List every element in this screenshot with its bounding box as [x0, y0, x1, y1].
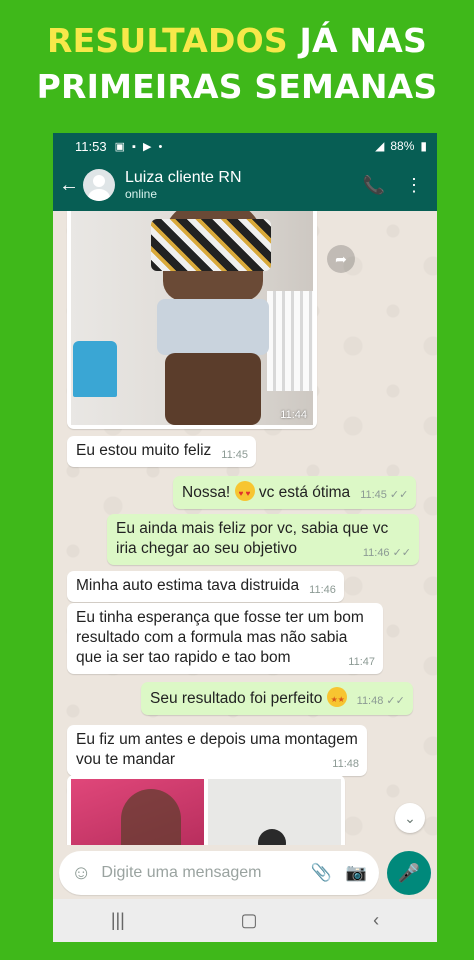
message-text: Seu resultado foi perfeito: [150, 690, 327, 707]
back-arrow-icon[interactable]: ←: [59, 175, 81, 195]
message-meta: 11:46 ✓✓: [363, 547, 411, 559]
message-bubble: Nossa! vc está ótima 11:45✓✓: [173, 476, 417, 509]
status-right: ◢ 88% ▮: [375, 139, 427, 153]
attach-icon[interactable]: 📎: [311, 863, 332, 883]
message-input-box[interactable]: ☺ 📎 📷: [59, 851, 379, 895]
home-icon[interactable]: ▢: [240, 910, 257, 931]
header-actions: 📞 ⋮: [363, 175, 437, 196]
photo-shorts: [157, 299, 269, 355]
message-bubble: Eu tinha esperança que fosse ter um bom …: [67, 603, 383, 674]
headline-rest: JÁ NAS: [287, 21, 427, 60]
chat-area[interactable]: 11:44 ➦ Eu estou muito feliz 11:45 Nossa…: [53, 211, 437, 845]
recent-apps-icon[interactable]: |||: [111, 910, 125, 931]
message-text: Eu tinha esperança que fosse ter um bom …: [76, 609, 364, 666]
headline-line-2: PRIMEIRAS SEMANAS: [36, 67, 438, 106]
message-text: Nossa!: [182, 484, 235, 501]
message-bubble: Minha auto estima tava distruida 11:46: [67, 571, 344, 602]
nav-back-icon[interactable]: ‹: [373, 910, 379, 931]
signal-icon: ◢: [375, 139, 385, 153]
more-vert-icon[interactable]: ⋮: [405, 175, 423, 196]
message-bubble: Eu fiz um antes e depois uma montagem vo…: [67, 725, 367, 776]
message-text: vc está ótima: [254, 484, 351, 501]
photo-message[interactable]: 11:44: [67, 211, 317, 429]
album-photo-before[interactable]: [71, 779, 204, 845]
message-time: 11:46: [362, 547, 390, 559]
contact-status: online: [125, 187, 158, 201]
double-check-icon: ✓✓: [386, 695, 405, 707]
message-bubble: Eu estou muito feliz 11:45: [67, 436, 256, 467]
message-text: Eu estou muito feliz: [76, 442, 212, 459]
message-text: Minha auto estima tava distruida: [76, 577, 300, 594]
photo-album-message[interactable]: [67, 775, 345, 845]
android-nav-bar: ||| ▢ ‹: [53, 899, 437, 942]
contact-info[interactable]: Luiza cliente RN online: [125, 168, 242, 202]
message-text: Eu ainda mais feliz por vc, sabia que vc…: [116, 520, 389, 557]
notification-icons: ▣ ▪ ▶ •: [114, 140, 165, 153]
message-meta: 11:45 ✓✓: [360, 489, 408, 501]
message-time: 11:45: [360, 489, 387, 501]
mic-icon[interactable]: 🎤: [387, 851, 431, 895]
forward-icon[interactable]: ➦: [327, 245, 355, 273]
double-check-icon: ✓✓: [389, 489, 409, 501]
photo-top: [151, 219, 271, 271]
emoji-icon[interactable]: ☺: [71, 862, 91, 885]
message-text: Eu fiz um antes e depois uma montagem vo…: [76, 731, 358, 768]
message-time: 11:45: [221, 449, 248, 461]
photo-legs: [165, 353, 261, 425]
battery-level: 88%: [390, 139, 415, 153]
message-time: 11:47: [348, 656, 375, 668]
album-photo-after[interactable]: [208, 779, 341, 845]
heart-eyes-emoji-icon: [234, 481, 255, 504]
composer: ☺ 📎 📷 🎤: [53, 845, 437, 899]
message-meta: 11:48 ✓✓: [357, 695, 405, 707]
message-bubble: Eu ainda mais feliz por vc, sabia que vc…: [107, 514, 419, 565]
message-time: 11:48: [332, 758, 359, 770]
avatar[interactable]: [83, 169, 115, 201]
message-time: 11:46: [309, 584, 336, 596]
status-time: 11:53: [75, 138, 107, 154]
contact-name: Luiza cliente RN: [125, 169, 242, 186]
headline-highlight: RESULTADOS: [47, 21, 288, 60]
star-struck-emoji-icon: [326, 687, 347, 710]
battery-icon: ▮: [420, 139, 427, 153]
photo-image[interactable]: 11:44: [71, 211, 313, 425]
photo-chair: [73, 341, 117, 397]
chat-header: ← Luiza cliente RN online 📞 ⋮: [53, 159, 437, 211]
message-time: 11:48: [356, 695, 384, 707]
message-input[interactable]: [101, 864, 297, 882]
camera-icon[interactable]: 📷: [346, 863, 367, 883]
double-check-icon: ✓✓: [392, 547, 411, 559]
headline-line-1: RESULTADOS JÁ NAS: [0, 18, 474, 64]
add-call-icon[interactable]: 📞: [363, 175, 385, 196]
status-bar: 11:53 ▣ ▪ ▶ • ◢ 88% ▮: [53, 133, 437, 159]
headline: RESULTADOS JÁ NAS PRIMEIRAS SEMANAS: [0, 18, 474, 110]
photo-timestamp: 11:44: [280, 409, 307, 421]
phone-screenshot: 11:53 ▣ ▪ ▶ • ◢ 88% ▮ ← Luiza cliente RN…: [53, 133, 437, 942]
scroll-down-icon[interactable]: ⌄: [395, 803, 425, 833]
message-bubble: Seu resultado foi perfeito 11:48✓✓: [141, 682, 413, 715]
photo-crib: [267, 291, 313, 391]
